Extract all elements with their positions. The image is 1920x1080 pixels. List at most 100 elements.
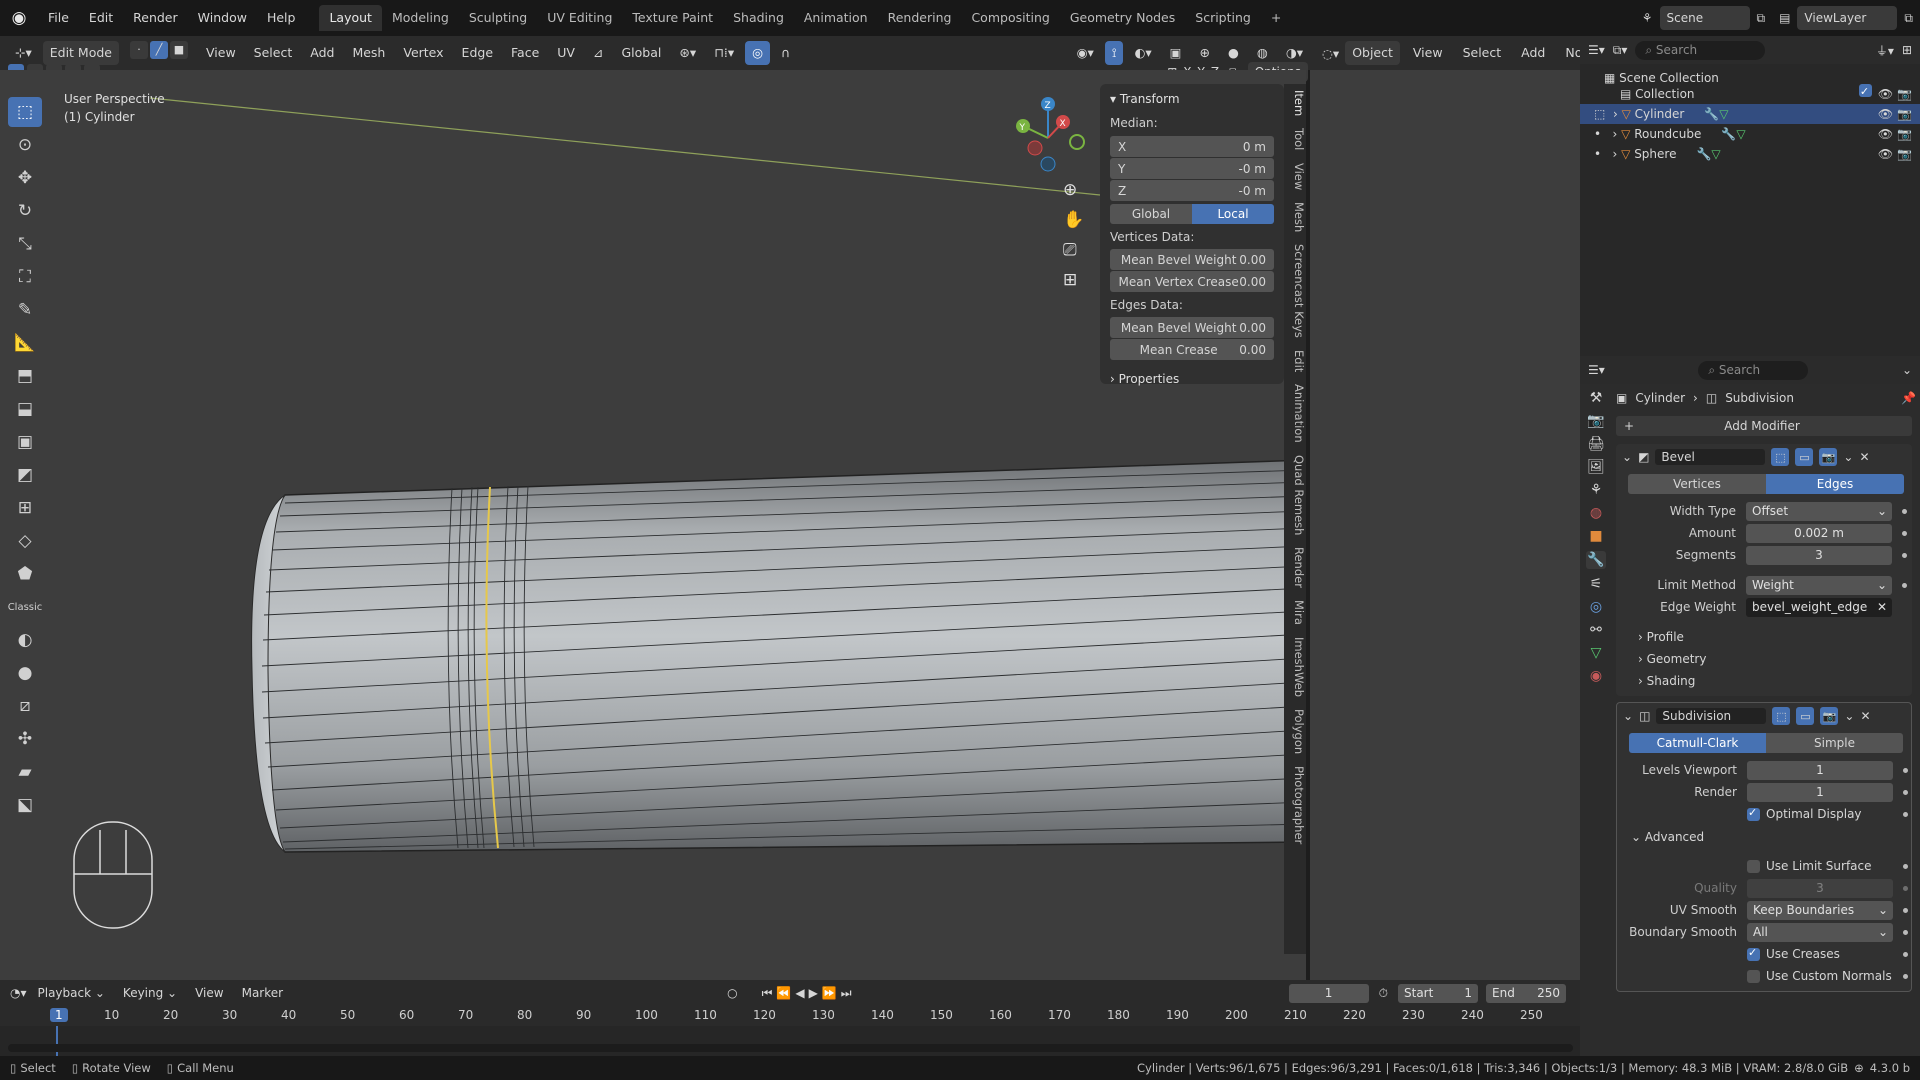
cylinder-mesh[interactable] — [256, 459, 1306, 853]
render-toggle-icon[interactable]: 📷 — [1819, 448, 1838, 466]
render-tab-icon[interactable]: 📷 — [1587, 413, 1604, 429]
current-frame-field[interactable]: 1 — [1288, 983, 1369, 1003]
zoom-icon[interactable]: ⊕ — [1063, 180, 1084, 200]
tab-shading[interactable]: Shading — [723, 5, 794, 31]
keyframe-dot-icon[interactable] — [1903, 767, 1908, 773]
particles-tab-icon[interactable]: ⚟ — [1590, 576, 1603, 592]
filter-icon[interactable]: ⏚▾ — [1876, 42, 1894, 59]
levels-viewport-field[interactable]: 1 — [1747, 760, 1893, 780]
material-tab-icon[interactable]: ◉ — [1590, 668, 1602, 684]
scene-selector[interactable]: Scene — [1659, 6, 1750, 30]
constraints-tab-icon[interactable]: ⚯ — [1590, 622, 1602, 638]
viewlayer-icon[interactable]: ▤ — [1772, 6, 1797, 30]
cursor-icon[interactable]: ⊙ — [8, 130, 42, 160]
transform-icon[interactable]: ⛶ — [8, 262, 42, 292]
tab-photographer[interactable]: Photographer — [1284, 760, 1306, 850]
rip-icon[interactable]: ⬕ — [8, 790, 42, 820]
keying-menu[interactable]: Keying ⌄ — [116, 981, 184, 1005]
collection-render-icon[interactable]: 📷 — [1897, 84, 1912, 104]
cylinder-visibility-icon[interactable]: 👁 — [1878, 104, 1893, 124]
inset-icon[interactable]: ▣ — [8, 427, 42, 457]
menu-render[interactable]: Render — [123, 6, 188, 30]
scale-icon[interactable]: ⤡ — [8, 229, 42, 259]
tab-polygon[interactable]: Polygon — [1284, 703, 1306, 760]
uv-smooth-select[interactable]: Keep Boundaries ⌄ — [1747, 900, 1893, 920]
tab-geometry-nodes[interactable]: Geometry Nodes — [1060, 5, 1185, 31]
object-tab-icon[interactable]: ■ — [1589, 528, 1602, 544]
timeline-editor-icon[interactable]: ◔▾ — [10, 986, 27, 1000]
tab-texture-paint[interactable]: Texture Paint — [622, 5, 723, 31]
timeline-scrollbar[interactable] — [8, 1044, 1573, 1052]
object-mode-selector[interactable]: Object — [1345, 41, 1400, 65]
add-workspace-icon[interactable]: + — [1261, 5, 1291, 31]
properties-editor-icon[interactable]: ☰▾ — [1588, 363, 1605, 377]
tab-render[interactable]: Render — [1284, 541, 1306, 594]
world-tab-icon[interactable]: ◍ — [1590, 505, 1602, 521]
clear-icon[interactable]: ✕ — [1877, 598, 1887, 617]
keyframe-dot-icon[interactable] — [1903, 885, 1908, 891]
tab-compositing[interactable]: Compositing — [961, 5, 1059, 31]
viewlayer-selector[interactable]: ViewLayer — [1797, 6, 1898, 30]
tab-edit[interactable]: Edit — [1284, 344, 1306, 378]
outliner-row-cylinder[interactable]: ⬚ › ▽ Cylinder 🔧 ▽ 👁 📷 — [1580, 104, 1920, 124]
shear-icon[interactable]: ▰ — [8, 757, 42, 787]
data-tab-icon[interactable]: ▽ — [1591, 645, 1602, 661]
tab-tool[interactable]: Tool — [1284, 122, 1306, 156]
output-tab-icon[interactable]: 🖨 — [1587, 436, 1605, 452]
edit-mode-toggle-icon[interactable]: ⬚ — [1771, 448, 1790, 466]
smooth-icon[interactable]: ◐ — [8, 625, 42, 655]
perspective-grid-icon[interactable]: ⊞ — [1063, 270, 1084, 290]
randomize-icon[interactable]: ● — [8, 658, 42, 688]
play-icon[interactable]: ▶ — [809, 986, 818, 1000]
object-menu-select[interactable]: Select — [1456, 41, 1509, 65]
loop-cut-icon[interactable]: ⊞ — [8, 493, 42, 523]
bevel-name-field[interactable]: Bevel — [1655, 449, 1766, 465]
edit-mode-indicator-icon[interactable]: ⬚ › — [1594, 104, 1622, 124]
collection-row[interactable]: ▤ Collection 👁📷 — [1580, 82, 1920, 104]
keyframe-dot-icon[interactable] — [1903, 951, 1908, 957]
tab-screencast-keys[interactable]: Screencast Keys — [1284, 238, 1306, 344]
tab-rendering[interactable]: Rendering — [878, 5, 962, 31]
marker-menu[interactable]: Marker — [235, 981, 290, 1005]
prev-keyframe-icon[interactable]: ⏪ — [776, 986, 791, 1000]
segments-field[interactable]: 3 — [1746, 545, 1892, 565]
viewport-toggle-icon[interactable]: ▭ — [1795, 448, 1814, 466]
median-y-field[interactable]: Y -0 m — [1110, 158, 1274, 179]
edges-button[interactable]: Edges — [1766, 474, 1904, 494]
knife-icon[interactable]: ◇ — [8, 526, 42, 556]
keyframe-dot-icon[interactable] — [1903, 811, 1908, 817]
properties-subpanel[interactable]: › Properties — [1100, 360, 1284, 386]
use-custom-normals-checkbox[interactable]: Use Custom Normals — [1747, 969, 1893, 983]
bevel-menu-icon[interactable]: ⌄ — [1843, 450, 1853, 464]
properties-options-icon[interactable]: ⌄ — [1902, 363, 1912, 377]
keyframe-dot-icon[interactable] — [1903, 973, 1908, 979]
select-box-icon[interactable]: ⬚ — [8, 97, 42, 127]
keyframe-dot-icon[interactable] — [1902, 552, 1907, 558]
geometry-subpanel[interactable]: › Geometry — [1616, 648, 1912, 670]
object-menu-view[interactable]: View — [1406, 41, 1450, 65]
render-toggle-icon[interactable]: 📷 — [1820, 707, 1839, 725]
physics-tab-icon[interactable]: ◎ — [1590, 599, 1602, 615]
simple-button[interactable]: Simple — [1766, 733, 1903, 753]
outliner-editor-icon[interactable]: ☰▾ — [1588, 43, 1605, 57]
keyframe-dot-icon[interactable] — [1902, 508, 1907, 514]
playback-menu[interactable]: Playback ⌄ — [31, 981, 112, 1005]
edge-slide-icon[interactable]: ⧄ — [8, 691, 42, 721]
tab-quad-remesh[interactable]: Quad Remesh — [1284, 449, 1306, 541]
classic-tool-icon[interactable]: Classic — [8, 592, 43, 622]
sphere-render-icon[interactable]: 📷 — [1897, 144, 1912, 164]
measure-icon[interactable]: 📐 — [8, 328, 42, 358]
use-creases-checkbox[interactable]: Use Creases — [1747, 946, 1893, 961]
tab-uv-editing[interactable]: UV Editing — [537, 5, 622, 31]
bevel-remove-icon[interactable]: ✕ — [1859, 450, 1869, 464]
median-x-field[interactable]: X 0 m — [1110, 136, 1274, 157]
properties-search[interactable]: ⌕ Search — [1698, 360, 1809, 380]
roundcube-visibility-icon[interactable]: 👁 — [1878, 124, 1893, 144]
play-reverse-icon[interactable]: ◀ — [795, 986, 804, 1000]
median-z-field[interactable]: Z -0 m — [1110, 180, 1274, 201]
global-button[interactable]: Global — [1110, 204, 1192, 224]
subdivision-remove-icon[interactable]: ✕ — [1860, 709, 1870, 723]
optimal-display-checkbox[interactable]: Optimal Display — [1747, 806, 1893, 821]
local-button[interactable]: Local — [1192, 204, 1274, 224]
tab-item[interactable]: Item — [1284, 84, 1306, 122]
